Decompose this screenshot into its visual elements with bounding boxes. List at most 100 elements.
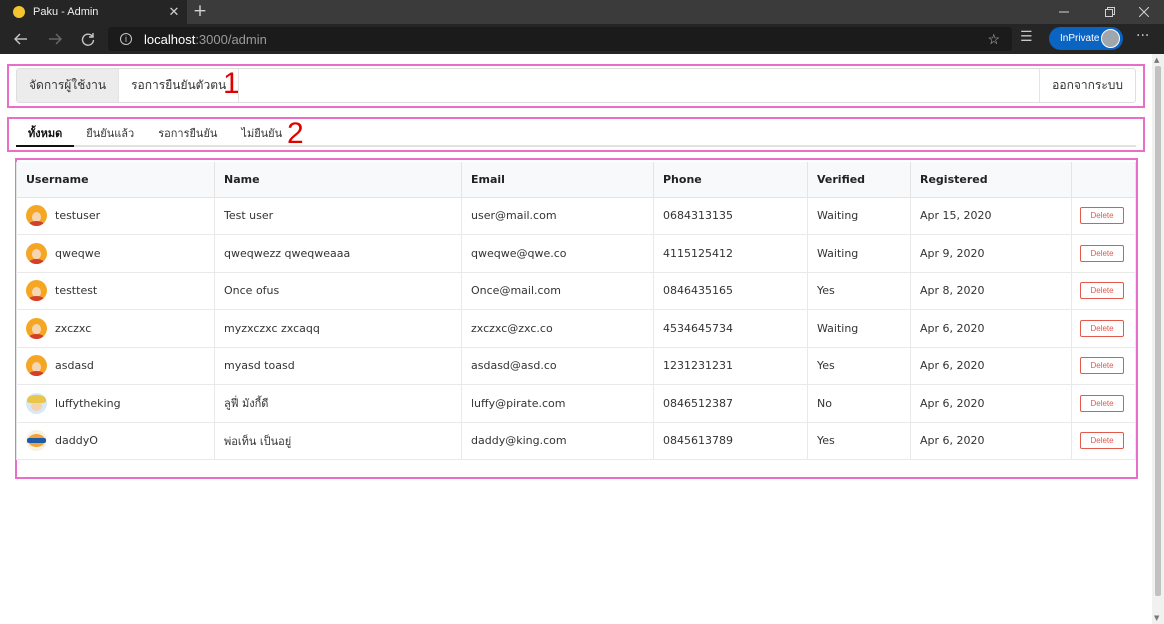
- delete-button[interactable]: Delete: [1080, 319, 1124, 337]
- name-cell: พ่อเท็น เป็นอยู่: [214, 421, 462, 460]
- table-row: luffytheking ลูฟี่ มังกี้ดี luffy@pirate…: [16, 384, 1136, 423]
- username-cell: daddyO: [55, 434, 98, 448]
- name-cell: Test user: [214, 196, 462, 235]
- delete-button[interactable]: Delete: [1080, 244, 1124, 262]
- menu-spacer: [239, 69, 1039, 102]
- close-icon[interactable]: [1124, 0, 1164, 24]
- table-row: zxczxc myzxczxc zxcaqq zxczxc@zxc.co 453…: [16, 309, 1136, 348]
- inprivate-label: InPrivate: [1060, 33, 1100, 44]
- column-header-name[interactable]: Name: [214, 162, 462, 198]
- name-cell: Once ofus: [214, 271, 462, 310]
- phone-cell: 0846435165: [653, 271, 808, 310]
- avatar: [26, 280, 47, 302]
- tab-not-verified[interactable]: ไม่ยืนยัน: [229, 120, 294, 147]
- registered-cell: Apr 6, 2020: [910, 346, 1072, 385]
- more-icon[interactable]: ···: [1136, 28, 1149, 44]
- registered-cell: Apr 15, 2020: [910, 196, 1072, 235]
- email-cell: daddy@king.com: [461, 421, 654, 460]
- page-scrollbar[interactable]: ▲ ▼: [1152, 54, 1164, 624]
- phone-cell: 0684313135: [653, 196, 808, 235]
- new-tab-button[interactable]: +: [191, 1, 209, 21]
- table-row: testtest Once ofus Once@mail.com 0846435…: [16, 271, 1136, 310]
- registered-cell: Apr 8, 2020: [910, 271, 1072, 310]
- browser-tab[interactable]: Paku - Admin ✕: [0, 0, 187, 24]
- favorites-icon[interactable]: ☰: [1020, 29, 1033, 45]
- scrollbar-thumb[interactable]: [1155, 66, 1161, 596]
- delete-button[interactable]: Delete: [1080, 357, 1124, 375]
- verified-cell: Yes: [807, 271, 911, 310]
- table-row: qweqwe qweqwezz qweqweaaa qweqwe@qwe.co …: [16, 234, 1136, 273]
- tab-waiting[interactable]: รอการยืนยัน: [146, 120, 229, 147]
- username-cell: zxczxc: [55, 321, 92, 335]
- top-menu: จัดการผู้ใช้งาน รอการยืนยันตัวตน ออกจากร…: [16, 68, 1136, 103]
- phone-cell: 4115125412: [653, 234, 808, 273]
- refresh-icon[interactable]: [76, 28, 100, 50]
- page-content: 1 จัดการผู้ใช้งาน รอการยืนยันตัวตน ออกจา…: [0, 54, 1152, 624]
- scroll-up-icon[interactable]: ▲: [1154, 56, 1159, 64]
- browser-titlebar: Paku - Admin ✕ +: [0, 0, 1164, 24]
- email-cell: zxczxc@zxc.co: [461, 309, 654, 348]
- table-row: daddyO พ่อเท็น เป็นอยู่ daddy@king.com 0…: [16, 421, 1136, 460]
- phone-cell: 0845613789: [653, 421, 808, 460]
- tab-all[interactable]: ทั้งหมด: [16, 120, 75, 147]
- column-header-username[interactable]: Username: [16, 162, 215, 198]
- phone-cell: 4534645734: [653, 309, 808, 348]
- username-cell: luffytheking: [55, 396, 121, 410]
- filter-tabs: ทั้งหมด ยืนยันแล้ว รอการยืนยัน ไม่ยืนยัน: [16, 120, 1136, 147]
- phone-cell: 0846512387: [653, 384, 808, 423]
- star-icon[interactable]: ☆: [987, 31, 1000, 48]
- forward-arrow-icon[interactable]: [43, 28, 67, 50]
- avatar: [26, 355, 47, 377]
- avatar: [26, 317, 47, 339]
- inprivate-button[interactable]: InPrivate: [1049, 27, 1123, 50]
- username-cell: testuser: [55, 209, 101, 223]
- column-header-registered[interactable]: Registered: [910, 162, 1072, 198]
- url-host: localhost: [144, 31, 196, 47]
- phone-cell: 1231231231: [653, 346, 808, 385]
- column-header-actions: [1071, 162, 1136, 198]
- column-header-verified[interactable]: Verified: [807, 162, 911, 198]
- tab-title: Paku - Admin: [33, 6, 99, 18]
- avatar: [26, 430, 47, 452]
- email-cell: user@mail.com: [461, 196, 654, 235]
- tab-verified[interactable]: ยืนยันแล้ว: [74, 120, 146, 147]
- table-row: asdasd myasd toasd asdasd@asd.co 1231231…: [16, 346, 1136, 385]
- delete-button[interactable]: Delete: [1080, 207, 1124, 225]
- registered-cell: Apr 6, 2020: [910, 384, 1072, 423]
- delete-button[interactable]: Delete: [1080, 282, 1124, 300]
- avatar: [26, 392, 47, 414]
- table-header-row: Username Name Email Phone Verified Regis…: [16, 162, 1136, 198]
- email-cell: asdasd@asd.co: [461, 346, 654, 385]
- name-cell: myzxczxc zxcaqq: [214, 309, 462, 348]
- users-table: Username Name Email Phone Verified Regis…: [16, 162, 1136, 460]
- menu-item-manage-users[interactable]: จัดการผู้ใช้งาน: [17, 69, 120, 102]
- minimize-icon[interactable]: [1044, 0, 1084, 24]
- info-icon[interactable]: i: [120, 33, 132, 45]
- avatar: [26, 205, 47, 227]
- registered-cell: Apr 6, 2020: [910, 421, 1072, 460]
- username-cell: qweqwe: [55, 246, 101, 260]
- verified-cell: Yes: [807, 346, 911, 385]
- delete-button[interactable]: Delete: [1080, 432, 1124, 450]
- profile-avatar: [1101, 29, 1120, 48]
- column-header-phone[interactable]: Phone: [653, 162, 808, 198]
- name-cell: ลูฟี่ มังกี้ดี: [214, 384, 462, 423]
- scroll-down-icon[interactable]: ▼: [1154, 614, 1159, 622]
- verified-cell: Waiting: [807, 196, 911, 235]
- email-cell: luffy@pirate.com: [461, 384, 654, 423]
- registered-cell: Apr 9, 2020: [910, 234, 1072, 273]
- verified-cell: Yes: [807, 421, 911, 460]
- delete-button[interactable]: Delete: [1080, 394, 1124, 412]
- address-bar[interactable]: i localhost :3000/admin ☆: [108, 27, 1012, 51]
- logout-button[interactable]: ออกจากระบบ: [1039, 69, 1135, 102]
- email-cell: qweqwe@qwe.co: [461, 234, 654, 273]
- name-cell: qweqwezz qweqweaaa: [214, 234, 462, 273]
- tab-close-icon[interactable]: ✕: [165, 5, 183, 20]
- email-cell: Once@mail.com: [461, 271, 654, 310]
- menu-item-pending-verification[interactable]: รอการยืนยันตัวตน: [119, 69, 240, 102]
- url-path: :3000/admin: [195, 31, 267, 47]
- registered-cell: Apr 6, 2020: [910, 309, 1072, 348]
- back-arrow-icon[interactable]: [9, 28, 33, 50]
- avatar: [26, 242, 47, 264]
- column-header-email[interactable]: Email: [461, 162, 654, 198]
